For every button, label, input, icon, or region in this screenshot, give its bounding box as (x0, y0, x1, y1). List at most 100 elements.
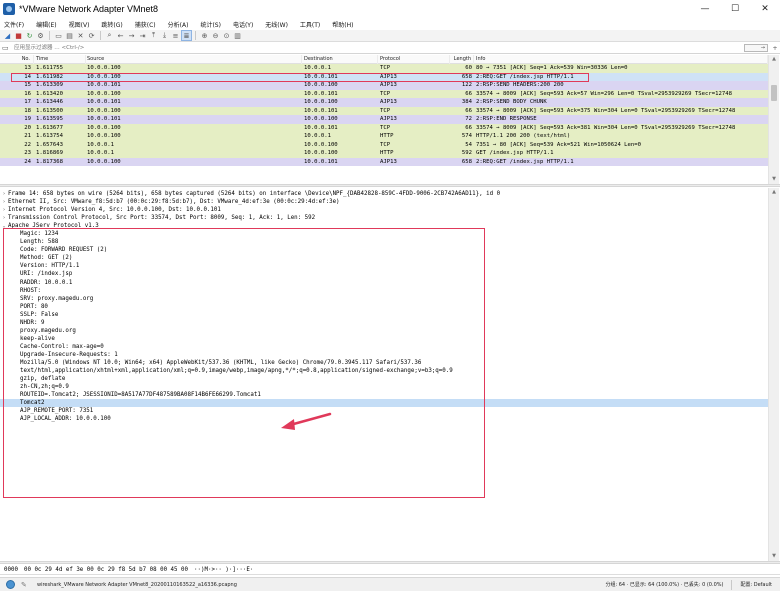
packet-row[interactable]: 15 1.613309 10.0.0.101 10.0.0.100 AJP13 122 2:… (0, 81, 768, 90)
zoom-out-icon[interactable]: ⊖ (211, 31, 220, 40)
expand-arrow-icon[interactable]: › (0, 215, 8, 221)
minimize-button[interactable]: — (690, 0, 720, 18)
ajp-field[interactable]: RADDR: 10.0.0.1 (0, 279, 768, 287)
scroll-up-icon[interactable]: ▲ (769, 188, 779, 197)
column-header-no[interactable]: No. (0, 55, 34, 64)
pane-splitter[interactable] (0, 184, 780, 187)
ajp-field[interactable]: Upgrade-Insecure-Requests: 1 (0, 351, 768, 359)
ajp-field[interactable]: Mozilla/5.0 (Windows NT 10.0; Win64; x64… (0, 359, 768, 367)
expand-arrow-icon[interactable]: › (0, 199, 8, 205)
packet-row[interactable]: 24 1.817368 10.0.0.100 10.0.0.101 AJP13 658 2:… (0, 157, 768, 166)
packet-row[interactable]: 18 1.613500 10.0.0.100 10.0.0.101 TCP 66 33574… (0, 106, 768, 115)
ajp-field[interactable]: SRV: proxy.magedu.org (0, 295, 768, 303)
menu-file[interactable]: 文件(F) (4, 20, 24, 29)
detail-tree-item[interactable]: › Ethernet II, Src: VMware_f8:5d:b7 (00:0… (0, 198, 768, 206)
find-packet-icon[interactable]: ⌕ (105, 31, 114, 40)
ajp-field[interactable]: SSLP: False (0, 311, 768, 319)
packet-row[interactable]: 21 1.613754 10.0.0.100 10.0.0.1 HTTP 574 HTTP/… (0, 132, 768, 141)
menu-analyze[interactable]: 分析(A) (168, 20, 189, 29)
save-file-icon[interactable]: ▤ (65, 31, 74, 40)
ajp-field[interactable]: AJP_REMOTE_PORT: 7351 (0, 407, 768, 415)
ajp-field[interactable]: Code: FORWARD REQUEST (2) (0, 246, 768, 254)
ajp-field[interactable]: text/html,application/xhtml+xml,applicat… (0, 367, 768, 375)
capture-file-properties-icon[interactable]: ✎ (21, 581, 29, 589)
stop-capture-icon[interactable]: ■ (14, 31, 23, 40)
close-button[interactable]: ✕ (750, 0, 780, 18)
column-header-time[interactable]: Time (34, 55, 86, 64)
ajp-field[interactable]: proxy.magedu.org (0, 327, 768, 335)
zoom-in-icon[interactable]: ⊕ (200, 31, 209, 40)
ajp-field[interactable]: NHDR: 9 (0, 319, 768, 327)
details-scrollbar[interactable]: ▲ ▼ (768, 188, 779, 561)
ajp-field[interactable]: PORT: 80 (0, 303, 768, 311)
ajp-field[interactable]: zh-CN,zh;q=0.9 (0, 383, 768, 391)
packet-list-scrollbar[interactable]: ▲ ▼ (768, 55, 779, 184)
first-packet-icon[interactable]: ⤒ (149, 31, 158, 40)
ajp-field[interactable]: Magic: 1234 (0, 230, 768, 238)
scroll-thumb[interactable] (771, 85, 777, 101)
detail-tree-item[interactable]: › Transmission Control Protocol, Src Port… (0, 214, 768, 222)
menu-edit[interactable]: 编辑(E) (36, 20, 56, 29)
last-packet-icon[interactable]: ⤓ (160, 31, 169, 40)
packet-row[interactable]: 13 1.611755 10.0.0.100 10.0.0.1 TCP 60 80 → 73… (0, 64, 768, 73)
profile-selector[interactable]: 配置: Default (740, 581, 772, 588)
go-forward-icon[interactable]: → (127, 31, 136, 40)
ajp-field[interactable]: keep-alive (0, 335, 768, 343)
packet-row[interactable]: 16 1.613420 10.0.0.100 10.0.0.101 TCP 66 33574… (0, 89, 768, 98)
ajp-field[interactable]: Method: GET (2) (0, 254, 768, 262)
column-header-protocol[interactable]: Protocol (378, 55, 450, 64)
ajp-field[interactable]: URI: /index.jsp (0, 270, 768, 278)
detail-tree-item[interactable]: › Internet Protocol Version 4, Src: 10.0.… (0, 206, 768, 214)
column-header-destination[interactable]: Destination (302, 55, 378, 64)
resize-columns-icon[interactable]: ▥ (233, 31, 242, 40)
column-header-info[interactable]: Info (474, 55, 768, 64)
packet-row[interactable]: 19 1.613595 10.0.0.101 10.0.0.100 AJP13 72 2:R… (0, 115, 768, 124)
ajp-field[interactable]: AJP_LOCAL_ADDR: 10.0.0.100 (0, 415, 768, 423)
ajp-field[interactable]: Version: HTTP/1.1 (0, 262, 768, 270)
scroll-down-icon[interactable]: ▼ (769, 175, 779, 184)
capture-options-icon[interactable]: ⚙ (36, 31, 45, 40)
ajp-field[interactable]: RHOST: (0, 287, 768, 295)
go-to-packet-icon[interactable]: ⇥ (138, 31, 147, 40)
go-back-icon[interactable]: ← (116, 31, 125, 40)
packet-row[interactable]: 20 1.613677 10.0.0.100 10.0.0.101 TCP 66 33574… (0, 123, 768, 132)
display-filter-input[interactable] (12, 43, 742, 53)
expert-info-icon[interactable] (6, 580, 15, 589)
menu-wireless[interactable]: 无线(W) (265, 20, 288, 29)
expand-arrow-icon[interactable]: › (0, 191, 8, 197)
menu-capture[interactable]: 捕获(C) (135, 20, 156, 29)
filter-bookmark-icon[interactable]: ▭ (2, 44, 12, 52)
menu-help[interactable]: 帮助(H) (332, 20, 353, 29)
detail-tree-item[interactable]: ⌄ Apache JServ Protocol v1.3 (0, 222, 768, 230)
ajp-field[interactable]: Length: 588 (0, 238, 768, 246)
scroll-down-icon[interactable]: ▼ (769, 552, 779, 561)
bytes-ascii[interactable]: ··)M·>·· )·]···E· (194, 567, 253, 573)
colorize-icon[interactable]: ≣ (181, 30, 192, 41)
menu-go[interactable]: 跳转(G) (101, 20, 122, 29)
menu-telephony[interactable]: 电话(Y) (233, 20, 253, 29)
pane-splitter[interactable] (0, 561, 780, 564)
close-file-icon[interactable]: ✕ (76, 31, 85, 40)
maximize-button[interactable]: ☐ (720, 0, 750, 18)
ajp-field-highlighted[interactable]: Tomcat2 (0, 399, 768, 408)
add-filter-button[interactable]: + (770, 45, 780, 52)
open-file-icon[interactable]: ▭ (54, 31, 63, 40)
menu-view[interactable]: 视图(V) (69, 20, 90, 29)
menu-tools[interactable]: 工具(T) (300, 20, 320, 29)
ajp-field[interactable]: Cache-Control: max-age=0 (0, 343, 768, 351)
zoom-reset-icon[interactable]: ⊙ (222, 31, 231, 40)
selected-packet-row[interactable]: 14 1.611982 10.0.0.100 10.0.0.101 AJP13 658 2:… (0, 72, 768, 81)
packet-row[interactable]: 23 1.816869 10.0.0.1 10.0.0.100 HTTP 592 GET /… (0, 149, 768, 158)
bytes-hex[interactable]: 00 0c 29 4d ef 3e 00 0c 29 f8 5d b7 08 0… (24, 567, 188, 573)
expand-arrow-icon[interactable]: › (0, 207, 8, 213)
packet-row[interactable]: 17 1.613446 10.0.0.101 10.0.0.100 AJP13 384 2:… (0, 98, 768, 107)
start-capture-icon[interactable]: ◢ (3, 31, 12, 40)
column-header-source[interactable]: Source (86, 55, 302, 64)
packet-row[interactable]: 22 1.657643 10.0.0.1 10.0.0.100 TCP 54 7351 → … (0, 140, 768, 149)
auto-scroll-icon[interactable]: ≡ (171, 31, 180, 40)
reload-file-icon[interactable]: ⟳ (87, 31, 96, 40)
column-header-length[interactable]: Length (450, 55, 474, 64)
menu-statistics[interactable]: 统计(S) (200, 20, 221, 29)
filter-apply-button[interactable]: → (744, 44, 768, 52)
scroll-up-icon[interactable]: ▲ (769, 55, 779, 64)
